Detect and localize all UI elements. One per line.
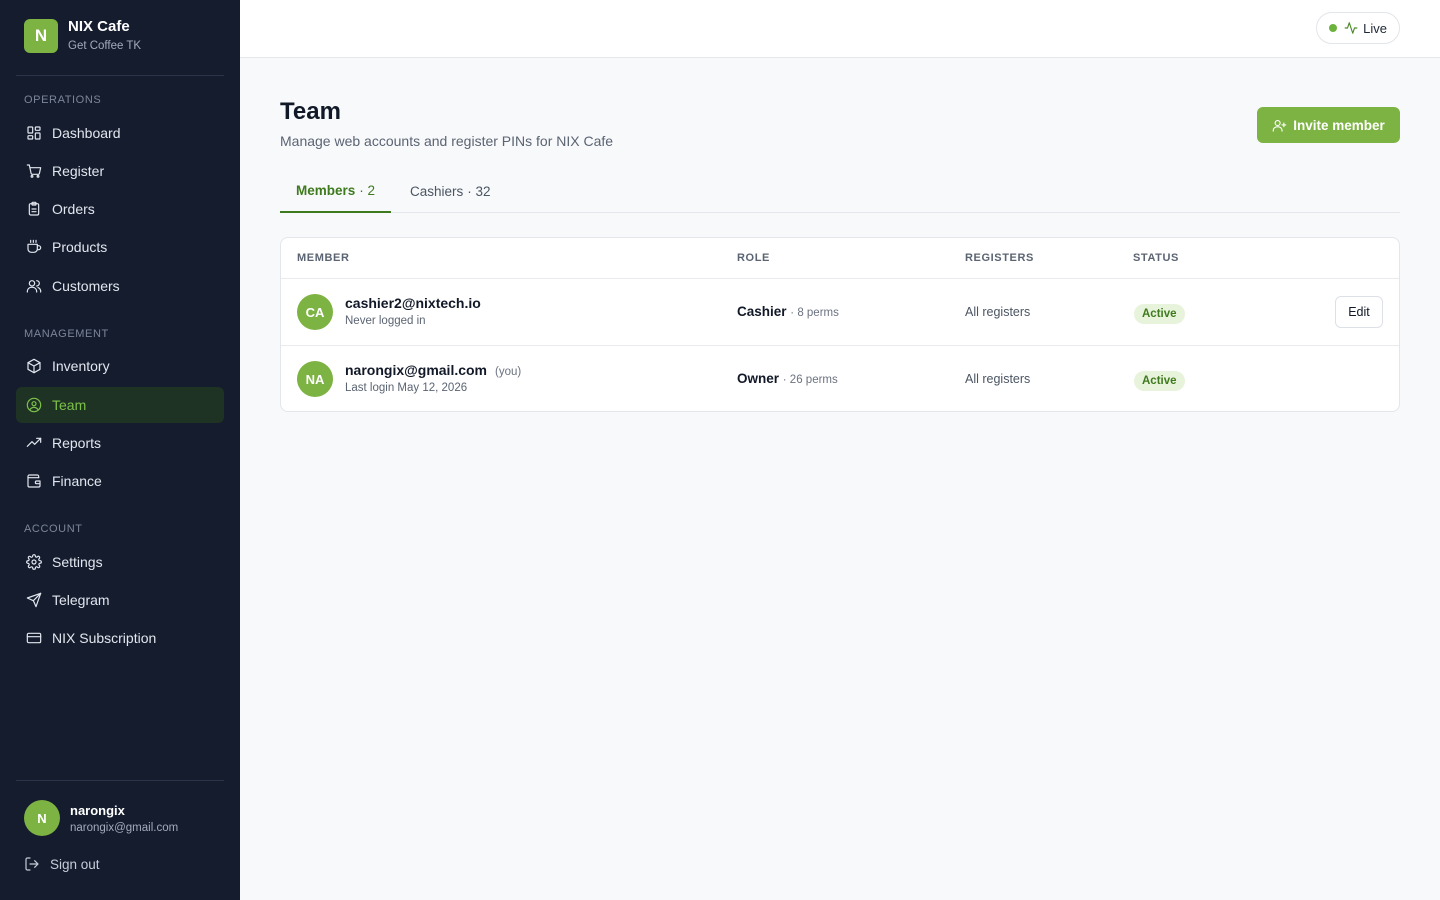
sidebar-item-label: Customers [52,278,120,294]
user-plus-icon [1272,119,1287,132]
sidebar-divider [16,780,224,781]
trending-up-icon [26,435,42,451]
user-name: narongix [70,802,125,818]
tab-cashiers[interactable]: Cashiers · 32 [394,170,507,213]
role-name: Owner [737,371,780,386]
sidebar-item-label: Register [52,163,105,179]
section-label-operations: OPERATIONS [24,94,102,106]
member-registers: All registers [965,372,1031,386]
brand-name: NIX Cafe [68,18,130,35]
edit-button[interactable]: Edit [1335,296,1383,328]
table-row[interactable]: NA narongix@gmail.com (you) Last login Ma… [281,346,1399,411]
invite-member-label: Invite member [1293,117,1385,133]
member-role: Cashier · 8 perms [737,304,839,319]
sidebar-item-finance[interactable]: Finance [16,463,224,499]
sidebar-item-label: Telegram [52,592,110,608]
sidebar-item-label: Inventory [52,358,110,374]
member-role: Owner · 26 perms [737,371,838,386]
sidebar-item-inventory[interactable]: Inventory [16,348,224,384]
member-email: cashier2@nixtech.io [345,295,481,311]
top-bar: Live [240,0,1440,58]
sidebar-item-dashboard[interactable]: Dashboard [16,115,224,151]
user-profile[interactable]: N narongix narongix@gmail.com [24,800,178,836]
member-last-login: Never logged in [345,315,426,327]
tab-members[interactable]: Members · 2 [280,170,392,213]
user-email: narongix@gmail.com [70,821,179,834]
brand[interactable]: N NIX Cafe Get Coffee TK [24,18,141,53]
role-perms: · 8 perms [790,307,839,319]
tab-count: · 32 [467,184,491,199]
role-perms: · 26 perms [782,374,838,386]
sidebar-item-label: Team [52,397,87,413]
you-tag: (you) [495,366,522,378]
sidebar-item-label: Settings [52,554,103,570]
page-title: Team [280,98,341,125]
page-subtitle: Manage web accounts and register PINs fo… [280,133,614,149]
package-icon [26,358,42,374]
sidebar-item-subscription[interactable]: NIX Subscription [16,620,224,656]
section-label-management: MANAGEMENT [24,328,109,340]
brand-subtitle: Get Coffee TK [68,40,142,52]
activity-icon [1344,22,1358,34]
user-circle-icon [26,397,42,413]
tab-count: · 2 [359,183,376,198]
member-email: narongix@gmail.com (you) [345,362,521,378]
column-header-status: STATUS [1133,252,1179,264]
sidebar-item-products[interactable]: Products [16,229,224,265]
sidebar-item-label: Products [52,239,108,255]
tab-label: Cashiers [410,184,464,199]
sidebar-item-orders[interactable]: Orders [16,191,224,227]
live-dot [1329,24,1338,32]
sidebar: N NIX Cafe Get Coffee TK OPERATIONS Dash… [0,0,240,900]
brand-logo: N [24,18,58,53]
log-out-icon [25,857,39,871]
credit-card-icon [26,630,42,646]
send-icon [26,592,42,608]
role-name: Cashier [737,304,787,319]
sidebar-item-register[interactable]: Register [16,153,224,189]
live-label: Live [1363,20,1387,36]
table-row[interactable]: CA cashier2@nixtech.io Never logged in C… [281,279,1399,346]
coffee-cup-icon [26,239,42,255]
sidebar-divider [16,75,224,76]
sidebar-item-label: Dashboard [52,125,121,141]
sidebar-item-customers[interactable]: Customers [16,268,224,304]
sidebar-item-label: NIX Subscription [52,630,157,646]
member-email-text: narongix@gmail.com [345,362,488,378]
tab-label: Members [296,183,356,198]
status-badge: Active [1134,371,1185,391]
live-status-pill[interactable]: Live [1316,12,1400,44]
sidebar-item-team[interactable]: Team [16,387,224,423]
clipboard-icon [26,201,42,217]
invite-member-button[interactable]: Invite member [1257,107,1400,143]
sidebar-item-telegram[interactable]: Telegram [16,582,224,618]
wallet-icon [26,473,42,489]
dashboard-icon [26,125,42,141]
column-header-registers: REGISTERS [965,252,1034,264]
column-header-member: MEMBER [297,252,350,264]
cart-icon [26,163,42,179]
sidebar-item-label: Orders [52,201,95,217]
status-badge: Active [1134,304,1185,324]
gear-icon [26,554,42,570]
column-header-role: ROLE [737,252,770,264]
sidebar-item-reports[interactable]: Reports [16,425,224,461]
avatar: CA [297,294,333,330]
sign-out-button[interactable]: Sign out [24,856,100,872]
section-label-account: ACCOUNT [24,523,83,535]
users-icon [26,278,42,294]
member-registers: All registers [965,305,1031,319]
sign-out-label: Sign out [50,856,100,872]
sidebar-item-settings[interactable]: Settings [16,544,224,580]
member-email-text: cashier2@nixtech.io [345,295,481,311]
sidebar-item-label: Finance [52,473,102,489]
avatar: NA [297,361,333,397]
tabs: Members · 2 Cashiers · 32 [280,170,1400,213]
member-last-login: Last login May 12, 2026 [345,382,468,394]
avatar: N [24,800,60,836]
members-table: MEMBER ROLE REGISTERS STATUS CA cashier2… [280,237,1400,412]
table-header: MEMBER ROLE REGISTERS STATUS [281,238,1399,279]
sidebar-item-label: Reports [52,435,102,451]
